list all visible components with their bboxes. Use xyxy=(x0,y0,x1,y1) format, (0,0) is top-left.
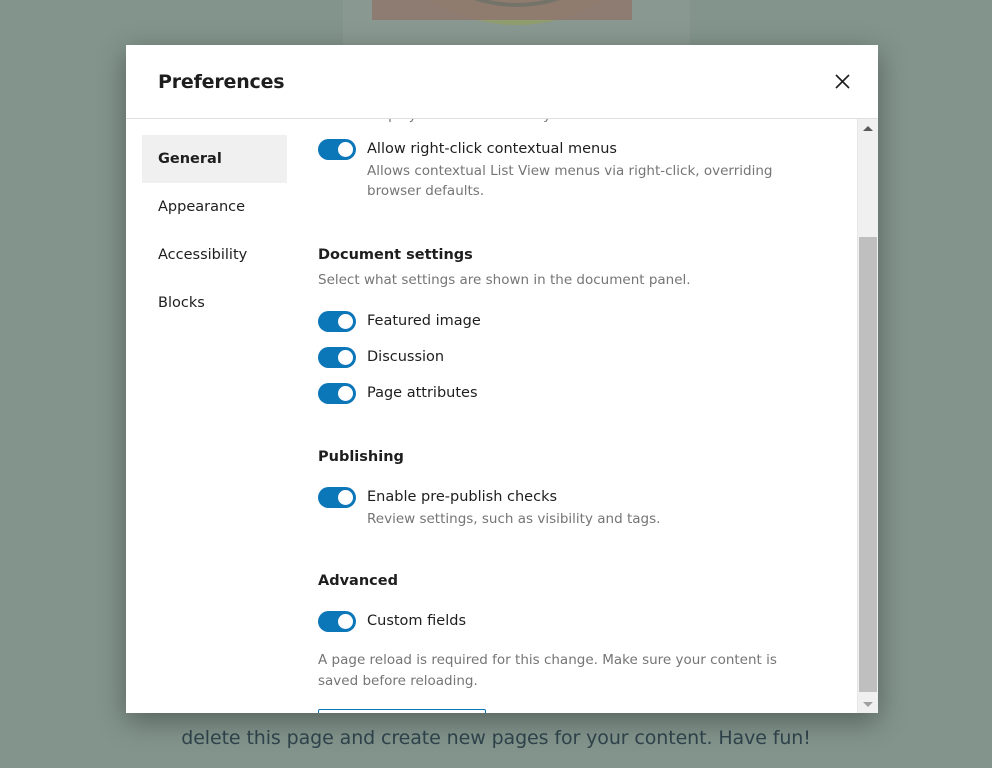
toggle-knob xyxy=(338,614,353,629)
toggle-knob xyxy=(338,142,353,157)
setting-label: Allow right-click contextual menus xyxy=(367,141,617,157)
toggle-knob xyxy=(338,490,353,505)
toggle-knob xyxy=(338,314,353,329)
setting-label: Custom fields xyxy=(367,613,467,629)
sidebar-item-label: Accessibility xyxy=(158,247,248,263)
toggle-knob xyxy=(338,386,353,401)
preferences-modal: Preferences General Appearance Accessibi… xyxy=(126,45,878,713)
setting-label: Featured image xyxy=(367,313,481,329)
breadcrumbs-setting-description: Display the block hierarchy trail at the… xyxy=(318,119,825,125)
section-advanced: Advanced Custom fields A page reload is … xyxy=(318,573,825,713)
page-body-text: delete this page and create new pages fo… xyxy=(181,727,811,749)
setting-label: Page attributes xyxy=(367,385,478,401)
modal-header: Preferences xyxy=(126,45,878,119)
sidebar-item-appearance[interactable]: Appearance xyxy=(142,183,287,231)
sidebar-item-general[interactable]: General xyxy=(142,135,287,183)
setting-row-discussion: Discussion xyxy=(318,346,825,368)
sidebar-item-label: General xyxy=(158,151,222,167)
section-description: Select what settings are shown in the do… xyxy=(318,272,691,288)
scrollbar-thumb[interactable] xyxy=(859,237,877,692)
section-heading: Advanced xyxy=(318,573,398,589)
setting-row-page-attributes: Page attributes xyxy=(318,382,825,404)
section-document-settings: Document settings Select what settings a… xyxy=(318,247,825,404)
setting-row-custom-fields: Custom fields xyxy=(318,610,825,632)
toggle-page-attributes[interactable] xyxy=(318,383,356,404)
scrollbar-down-button[interactable] xyxy=(858,695,878,713)
sidebar-item-accessibility[interactable]: Accessibility xyxy=(142,231,287,279)
setting-label: Enable pre-publish checks xyxy=(367,489,558,505)
preferences-sidebar: General Appearance Accessibility Blocks xyxy=(126,119,303,713)
setting-row-pre-publish-checks: Enable pre-publish checks Review setting… xyxy=(318,486,825,529)
toggle-discussion[interactable] xyxy=(318,347,356,368)
sidebar-item-blocks[interactable]: Blocks xyxy=(142,279,287,327)
toggle-allow-right-click-contextual-menus[interactable] xyxy=(318,139,356,160)
modal-body: General Appearance Accessibility Blocks … xyxy=(126,119,878,713)
custom-fields-reload-note: A page reload is required for this chang… xyxy=(318,652,777,689)
close-button[interactable] xyxy=(824,64,860,100)
section-heading: Publishing xyxy=(318,449,404,465)
modal-title: Preferences xyxy=(158,70,285,93)
toggle-custom-fields[interactable] xyxy=(318,611,356,632)
setting-label: Discussion xyxy=(367,349,445,365)
chevron-up-icon xyxy=(863,125,873,131)
show-and-reload-page-button[interactable]: Show & Reload Page xyxy=(318,709,487,713)
setting-row-contextual-menus: Allow right-click contextual menus Allow… xyxy=(318,138,825,201)
chevron-down-icon xyxy=(863,701,873,707)
close-icon xyxy=(834,74,850,89)
sidebar-item-label: Blocks xyxy=(158,295,205,311)
setting-help-text: Review settings, such as visibility and … xyxy=(367,511,661,527)
content-scroll-area: Display the block hierarchy trail at the… xyxy=(303,119,857,713)
toggle-enable-pre-publish-checks[interactable] xyxy=(318,487,356,508)
section-heading: Document settings xyxy=(318,247,473,263)
content-scrollbar[interactable] xyxy=(857,119,878,713)
setting-help-text: Allows contextual List View menus via ri… xyxy=(367,163,773,199)
scrollbar-up-button[interactable] xyxy=(858,119,878,137)
toggle-featured-image[interactable] xyxy=(318,311,356,332)
setting-row-featured-image: Featured image xyxy=(318,310,825,332)
abstract-circle-artwork xyxy=(371,0,632,25)
section-publishing: Publishing Enable pre-publish checks Rev… xyxy=(318,449,825,529)
preferences-content: Display the block hierarchy trail at the… xyxy=(303,119,878,713)
toggle-knob xyxy=(338,350,353,365)
sidebar-item-label: Appearance xyxy=(158,199,246,215)
